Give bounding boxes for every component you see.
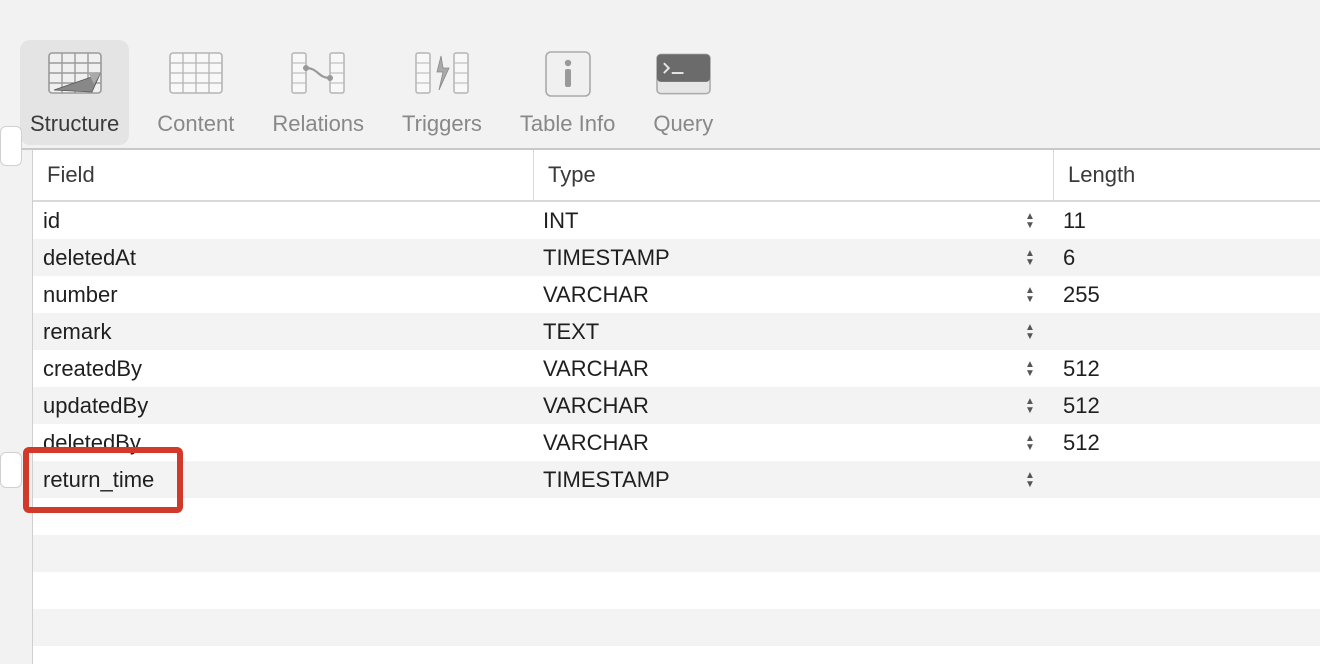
column-header-type[interactable]: Type xyxy=(533,150,1053,200)
table-row-empty xyxy=(33,609,1320,646)
triggers-icon xyxy=(414,46,469,101)
table-row[interactable]: deletedAtTIMESTAMP▲▼6 xyxy=(33,239,1320,276)
relations-icon xyxy=(291,46,346,101)
type-dropdown-stepper-icon[interactable]: ▲▼ xyxy=(1023,432,1037,454)
table-row-empty xyxy=(33,646,1320,664)
query-icon xyxy=(656,46,711,101)
tab-relations[interactable]: Relations xyxy=(262,40,374,145)
content-area: Field Type Length idINT▲▼11deletedAtTIME… xyxy=(0,150,1320,664)
type-dropdown-stepper-icon[interactable]: ▲▼ xyxy=(1023,284,1037,306)
tab-label: Content xyxy=(157,111,234,137)
tab-triggers[interactable]: Triggers xyxy=(392,40,492,145)
toolbar: Structure Content xyxy=(0,0,1320,150)
type-dropdown-stepper-icon[interactable]: ▲▼ xyxy=(1023,358,1037,380)
tab-tableinfo[interactable]: Table Info xyxy=(510,40,625,145)
structure-icon xyxy=(47,46,102,101)
tab-label: Structure xyxy=(30,111,119,137)
table-row[interactable]: updatedByVARCHAR▲▼512 xyxy=(33,387,1320,424)
field-type-cell[interactable]: VARCHAR▲▼ xyxy=(533,393,1053,419)
table-row[interactable]: deletedByVARCHAR▲▼512 xyxy=(33,424,1320,461)
tab-label: Query xyxy=(653,111,713,137)
field-type-cell[interactable]: VARCHAR▲▼ xyxy=(533,430,1053,456)
field-name-cell[interactable]: deletedAt xyxy=(33,245,533,271)
tab-query[interactable]: Query xyxy=(643,40,723,145)
tab-label: Relations xyxy=(272,111,364,137)
field-name-cell[interactable]: number xyxy=(33,282,533,308)
type-dropdown-stepper-icon[interactable]: ▲▼ xyxy=(1023,210,1037,232)
field-name-cell[interactable]: deletedBy xyxy=(33,430,533,456)
column-header-length[interactable]: Length xyxy=(1053,150,1320,200)
tableinfo-icon xyxy=(540,46,595,101)
field-length-cell[interactable]: 512 xyxy=(1053,393,1320,419)
column-header-field[interactable]: Field xyxy=(33,162,533,188)
table-row-empty xyxy=(33,572,1320,609)
field-length-cell[interactable]: 512 xyxy=(1053,356,1320,382)
left-gutter xyxy=(0,150,32,664)
field-type-cell[interactable]: TEXT▲▼ xyxy=(533,319,1053,345)
table-row[interactable]: idINT▲▼11 xyxy=(33,202,1320,239)
field-type-cell[interactable]: INT▲▼ xyxy=(533,208,1053,234)
structure-table: Field Type Length idINT▲▼11deletedAtTIME… xyxy=(32,150,1320,664)
type-dropdown-stepper-icon[interactable]: ▲▼ xyxy=(1023,247,1037,269)
field-name-cell[interactable]: updatedBy xyxy=(33,393,533,419)
gutter-tab-stub[interactable] xyxy=(0,452,22,488)
content-icon xyxy=(168,46,223,101)
table-row-empty xyxy=(33,535,1320,572)
field-length-cell[interactable]: 512 xyxy=(1053,430,1320,456)
table-header: Field Type Length xyxy=(33,150,1320,202)
field-name-cell[interactable]: createdBy xyxy=(33,356,533,382)
tab-label: Table Info xyxy=(520,111,615,137)
table-empty-rows xyxy=(33,498,1320,664)
tab-structure[interactable]: Structure xyxy=(20,40,129,145)
type-dropdown-stepper-icon[interactable]: ▲▼ xyxy=(1023,469,1037,491)
field-type-cell[interactable]: VARCHAR▲▼ xyxy=(533,356,1053,382)
table-row[interactable]: return_timeTIMESTAMP▲▼ xyxy=(33,461,1320,498)
field-type-cell[interactable]: VARCHAR▲▼ xyxy=(533,282,1053,308)
field-length-cell[interactable]: 255 xyxy=(1053,282,1320,308)
table-row[interactable]: numberVARCHAR▲▼255 xyxy=(33,276,1320,313)
table-row[interactable]: createdByVARCHAR▲▼512 xyxy=(33,350,1320,387)
field-name-cell[interactable]: return_time xyxy=(33,467,533,493)
tab-content[interactable]: Content xyxy=(147,40,244,145)
field-type-cell[interactable]: TIMESTAMP▲▼ xyxy=(533,467,1053,493)
type-dropdown-stepper-icon[interactable]: ▲▼ xyxy=(1023,321,1037,343)
type-dropdown-stepper-icon[interactable]: ▲▼ xyxy=(1023,395,1037,417)
field-name-cell[interactable]: id xyxy=(33,208,533,234)
table-row[interactable]: remarkTEXT▲▼ xyxy=(33,313,1320,350)
table-body: idINT▲▼11deletedAtTIMESTAMP▲▼6numberVARC… xyxy=(33,202,1320,498)
field-type-cell[interactable]: TIMESTAMP▲▼ xyxy=(533,245,1053,271)
field-name-cell[interactable]: remark xyxy=(33,319,533,345)
tab-label: Triggers xyxy=(402,111,482,137)
field-length-cell[interactable]: 11 xyxy=(1053,208,1320,234)
gutter-tab-stub[interactable] xyxy=(0,126,22,166)
table-row-empty xyxy=(33,498,1320,535)
field-length-cell[interactable]: 6 xyxy=(1053,245,1320,271)
